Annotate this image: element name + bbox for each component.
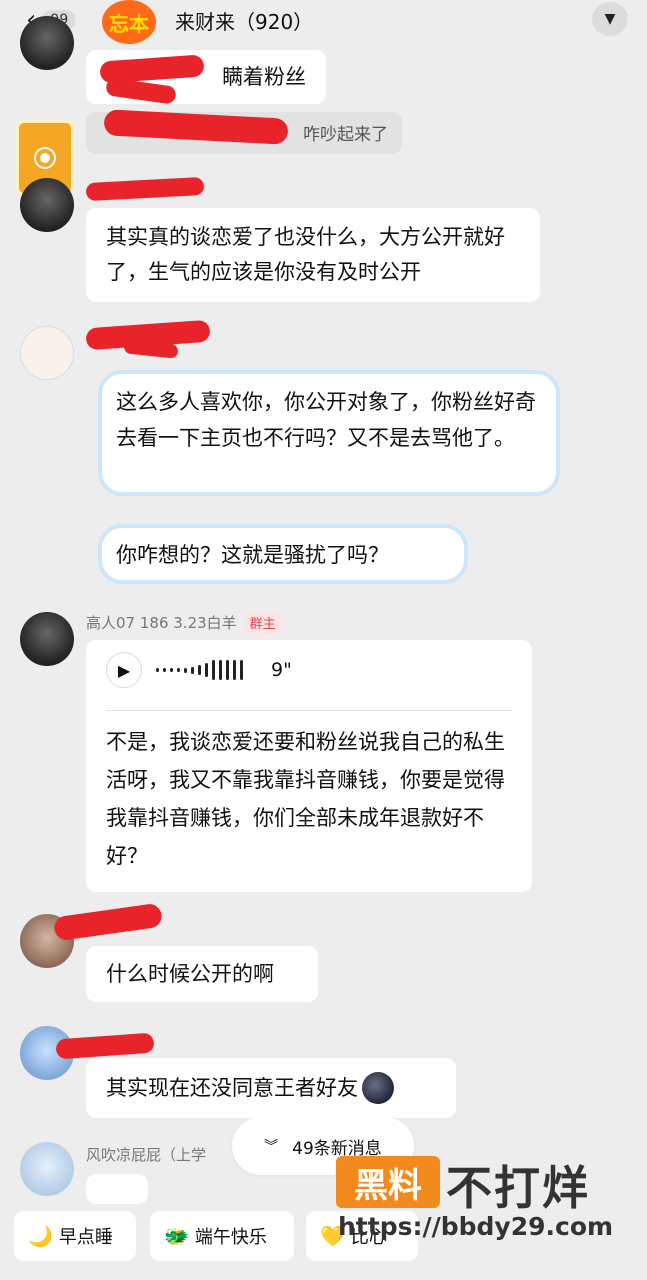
avatar[interactable]: [20, 178, 74, 232]
moon-emoji-icon: [362, 1072, 394, 1104]
voice-duration: 9": [271, 658, 292, 681]
voice-message[interactable]: ▶ 9": [106, 640, 512, 700]
group-owner-badge: 群主: [244, 612, 281, 633]
caret-down-icon[interactable]: ▼: [592, 2, 628, 36]
message-bubble[interactable]: 其实真的谈恋爱了也没什么，大方公开就好了，生气的应该是你没有及时公开: [86, 208, 540, 302]
message-text: 什么时候公开的啊: [106, 962, 274, 986]
divider: [106, 710, 512, 711]
redaction-mark: [85, 176, 205, 202]
watermark-url: https://bbdy29.com: [338, 1212, 614, 1241]
message-text: 这么多人喜欢你，你公开对象了，你粉丝好奇去看一下主页也不行吗？又不是去骂他了。: [116, 390, 536, 450]
chat-header: [0, 0, 647, 42]
message-bubble[interactable]: 其实现在还没同意王者好友: [86, 1058, 456, 1118]
message-text: 你咋想的？这就是骚扰了吗？: [116, 543, 389, 567]
chat-title[interactable]: 来财来（920）: [175, 6, 313, 35]
sender-name-line: 高人07 186 3.23白羊 群主: [86, 612, 281, 633]
quick-reply-button[interactable]: 🌙 早点睡: [14, 1211, 136, 1261]
message-bubble[interactable]: [86, 1174, 148, 1204]
watermark-logo: 黑料: [336, 1156, 440, 1208]
message-text: 咋吵起来了: [303, 125, 388, 145]
new-messages-label: 49条新消息: [292, 1138, 382, 1159]
quick-reply-label: 端午快乐: [194, 1227, 267, 1248]
moon-icon: 🌙: [28, 1224, 53, 1248]
message-text: 其实现在还没同意王者好友: [106, 1076, 358, 1100]
sender-name: 高人07 186 3.23白羊: [86, 614, 237, 632]
message-text: 瞒着粉丝: [222, 65, 306, 89]
door-icon: [36, 149, 54, 167]
quick-reply-label: 早点睡: [58, 1227, 113, 1248]
sender-name-line: 风吹凉屁屁（上学: [86, 1144, 206, 1165]
message-bubble[interactable]: ▶ 9" 不是，我谈恋爱还要和粉丝说我自己的私生活呀，我又不靠我靠抖音赚钱，你要…: [86, 640, 532, 892]
dragon-icon: 🐲: [164, 1224, 189, 1248]
group-avatar[interactable]: 忘本: [102, 0, 156, 44]
watermark-text: 不打烊: [446, 1161, 590, 1215]
avatar[interactable]: [20, 612, 74, 666]
message-bubble[interactable]: 这么多人喜欢你，你公开对象了，你粉丝好奇去看一下主页也不行吗？又不是去骂他了。: [98, 370, 560, 496]
play-icon[interactable]: ▶: [106, 652, 142, 688]
redaction-mark: [52, 902, 164, 942]
message-bubble[interactable]: 你咋想的？这就是骚扰了吗？: [98, 524, 468, 584]
sender-name: 风吹凉屁屁（上学: [86, 1146, 207, 1164]
redaction-mark: [55, 1032, 155, 1060]
avatar[interactable]: [20, 16, 74, 70]
double-chevron-down-icon: ︾: [264, 1139, 279, 1155]
avatar[interactable]: [20, 326, 74, 380]
message-bubble[interactable]: 什么时候公开的啊: [86, 946, 318, 1002]
voice-waveform-icon: [156, 660, 243, 680]
quick-reply-button[interactable]: 🐲 端午快乐: [150, 1211, 294, 1261]
avatar[interactable]: [20, 1142, 74, 1196]
message-text: 其实真的谈恋爱了也没什么，大方公开就好了，生气的应该是你没有及时公开: [106, 225, 505, 284]
message-text: 不是，我谈恋爱还要和粉丝说我自己的私生活呀，我又不靠我靠抖音赚钱，你要是觉得我靠…: [106, 730, 505, 868]
